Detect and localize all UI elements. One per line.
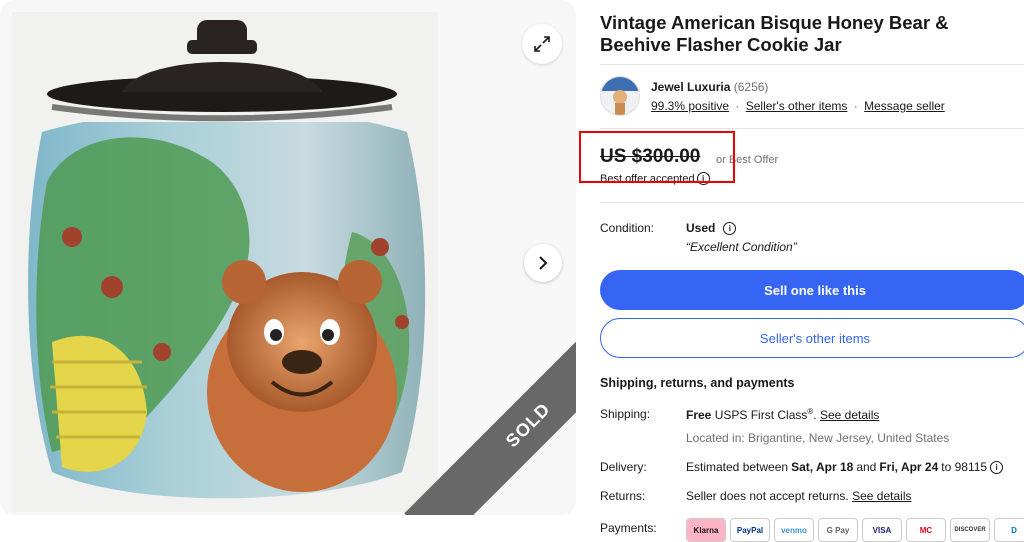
- delivery-zip: to 98115: [941, 460, 988, 474]
- price-highlight-box: [579, 131, 735, 183]
- paypal-icon: PayPal: [730, 518, 770, 542]
- item-location: Located in: Brigantine, New Jersey, Unit…: [686, 431, 950, 445]
- shipping-value: Free USPS First Class®. See details: [686, 407, 879, 422]
- returns-text: Seller does not accept returns.: [686, 489, 849, 503]
- delivery-and: and: [856, 460, 877, 474]
- shipping-free: Free: [686, 408, 712, 422]
- delivery-value: Estimated between Sat, Apr 18 and Fri, A…: [686, 460, 1004, 474]
- info-icon[interactable]: i: [990, 460, 1004, 474]
- sold-label: SOLD: [501, 398, 554, 451]
- condition-text: Used: [686, 221, 716, 235]
- listing-title: Vintage American Bisque Honey Bear & Bee…: [600, 12, 949, 55]
- klarna-icon: Klarna: [686, 518, 726, 542]
- listing-details: Vintage American Bisque Honey Bear & Bee…: [579, 0, 1024, 542]
- returns-label: Returns:: [600, 489, 646, 503]
- divider: [600, 202, 1024, 203]
- condition-note: “Excellent Condition”: [686, 240, 797, 254]
- mastercard-icon: MC: [906, 518, 946, 542]
- returns-value: Seller does not accept returns. See deta…: [686, 489, 911, 503]
- delivery-prefix: Estimated between: [686, 460, 789, 474]
- condition-value: Used i: [686, 221, 737, 235]
- delivery-end: Fri, Apr 24: [879, 460, 939, 474]
- sell-one-like-this-button[interactable]: Sell one like this: [600, 270, 1024, 310]
- shipping-see-details-link[interactable]: See details: [820, 408, 879, 422]
- divider: [600, 64, 1024, 65]
- seller-feedback-count[interactable]: (6256): [734, 80, 769, 94]
- expand-button[interactable]: [522, 24, 562, 64]
- returns-see-details-link[interactable]: See details: [852, 489, 911, 503]
- diners-icon: D: [994, 518, 1024, 542]
- shipping-period: .: [813, 408, 817, 422]
- seller-info: Jewel Luxuria (6256): [651, 80, 768, 94]
- link-separator: ·: [735, 99, 740, 113]
- visa-icon: VISA: [862, 518, 902, 542]
- payment-methods: Klarna PayPal venmo G Pay VISA MC DISCOV…: [686, 518, 1024, 542]
- seller-name[interactable]: Jewel Luxuria: [651, 80, 730, 94]
- sellers-other-items-button[interactable]: Seller's other items: [600, 318, 1024, 358]
- seller-avatar[interactable]: [600, 76, 640, 116]
- delivery-label: Delivery:: [600, 460, 647, 474]
- divider: [600, 128, 1024, 129]
- info-icon[interactable]: i: [723, 221, 737, 235]
- expand-icon: [534, 36, 550, 52]
- image-gallery: SOLD: [0, 0, 576, 515]
- seller-other-items-link[interactable]: Seller's other items: [746, 99, 848, 113]
- delivery-start: Sat, Apr 18: [791, 460, 854, 474]
- shipping-section-title: Shipping, returns, and payments: [600, 376, 795, 390]
- chevron-right-icon: [539, 256, 548, 270]
- condition-label: Condition:: [600, 221, 655, 235]
- shipping-method: USPS First Class: [714, 408, 808, 422]
- shipping-label: Shipping:: [600, 407, 651, 421]
- seller-positive-link[interactable]: 99.3% positive: [651, 99, 729, 113]
- venmo-icon: venmo: [774, 518, 814, 542]
- message-seller-link[interactable]: Message seller: [864, 99, 945, 113]
- google-pay-icon: G Pay: [818, 518, 858, 542]
- discover-icon: DISCOVER: [950, 518, 990, 542]
- seller-links: 99.3% positive · Seller's other items · …: [651, 99, 945, 113]
- next-image-button[interactable]: [524, 244, 562, 282]
- link-separator: ·: [853, 99, 858, 113]
- product-photo[interactable]: [12, 12, 438, 512]
